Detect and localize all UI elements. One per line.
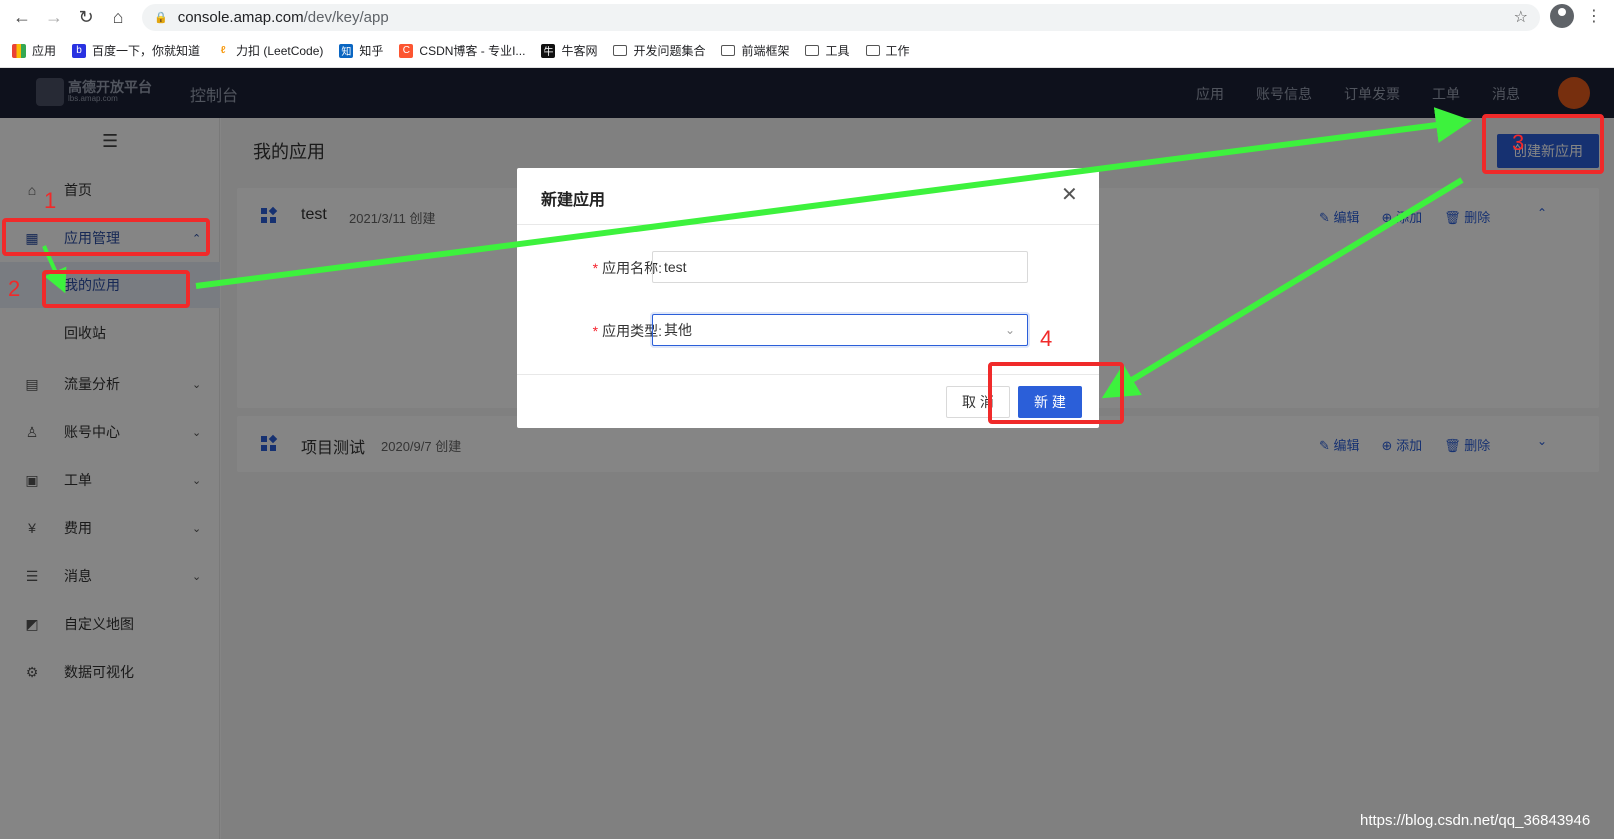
lock-icon: 🔒 bbox=[154, 12, 168, 24]
annotation-number-2: 2 bbox=[8, 276, 21, 301]
chevron-down-icon: ⌄ bbox=[1004, 323, 1015, 337]
annotation-box-4 bbox=[988, 362, 1124, 424]
bookmark-zhihu[interactable]: 知 知乎 bbox=[339, 42, 383, 59]
bookmarks-bar: 应用 b 百度一下，你就知道 ℓ 力扣 (LeetCode) 知 知乎 C CS… bbox=[0, 34, 1614, 68]
address-bar[interactable]: 🔒 console.amap.com/dev/key/app ☆ bbox=[142, 4, 1540, 31]
nowcoder-icon: 牛 bbox=[541, 43, 556, 58]
annotation-number-3: 3 bbox=[1512, 130, 1525, 155]
csdn-icon: C bbox=[399, 43, 414, 58]
url-text: console.amap.com/dev/key/app bbox=[177, 9, 389, 26]
annotation-box-2 bbox=[42, 270, 190, 308]
app-name-input[interactable]: test bbox=[652, 251, 1028, 283]
bookmark-label: 力扣 (LeetCode) bbox=[236, 44, 324, 58]
bookmark-folder-frontend[interactable]: 前端框架 bbox=[721, 42, 789, 59]
baidu-icon: b bbox=[72, 43, 87, 58]
leetcode-icon: ℓ bbox=[216, 43, 231, 58]
bookmark-folder-dev-issues[interactable]: 开发问题集合 bbox=[613, 42, 705, 59]
annotation-box-1 bbox=[2, 218, 210, 256]
bookmark-baidu[interactable]: b 百度一下，你就知道 bbox=[72, 42, 200, 59]
app-type-select[interactable]: 其他 ⌄ bbox=[652, 314, 1028, 346]
bookmark-label: 工具 bbox=[825, 44, 850, 58]
apps-grid-icon bbox=[12, 43, 26, 58]
bookmark-nowcoder[interactable]: 牛 牛客网 bbox=[541, 42, 597, 59]
annotation-box-3 bbox=[1482, 114, 1604, 174]
folder-icon bbox=[721, 45, 736, 56]
form-row-app-name: * 应用名称: test bbox=[517, 251, 1099, 283]
divider bbox=[517, 224, 1099, 225]
home-button-icon[interactable]: ⌂ bbox=[103, 2, 133, 32]
form-row-app-type: * 应用类型: 其他 ⌄ bbox=[517, 314, 1099, 346]
bookmark-label: 知乎 bbox=[359, 44, 384, 58]
modal-title: 新建应用 bbox=[541, 192, 606, 209]
profile-icon[interactable] bbox=[1550, 4, 1574, 28]
annotation-number-1: 1 bbox=[44, 188, 57, 213]
bookmark-label: 开发问题集合 bbox=[633, 44, 706, 58]
bookmark-label: CSDN博客 - 专业I... bbox=[419, 44, 526, 58]
bookmark-label: 百度一下，你就知道 bbox=[92, 44, 201, 58]
bookmark-leetcode[interactable]: ℓ 力扣 (LeetCode) bbox=[216, 42, 323, 59]
folder-icon bbox=[805, 45, 820, 56]
zhihu-icon: 知 bbox=[339, 43, 354, 58]
forward-icon[interactable]: → bbox=[39, 2, 69, 32]
reload-icon[interactable]: ↻ bbox=[71, 2, 101, 32]
folder-icon bbox=[613, 45, 628, 56]
bookmark-star-icon[interactable]: ☆ bbox=[1514, 7, 1528, 27]
bookmark-label: 工作 bbox=[885, 44, 910, 58]
annotation-number-4: 4 bbox=[1040, 326, 1053, 351]
browser-toolbar: ← → ↻ ⌂ 🔒 console.amap.com/dev/key/app ☆… bbox=[0, 0, 1614, 34]
watermark: https://blog.csdn.net/qq_36843946 bbox=[1360, 812, 1591, 829]
bookmark-apps[interactable]: 应用 bbox=[12, 42, 56, 59]
more-menu-icon[interactable]: ⋮ bbox=[1586, 6, 1602, 26]
bookmark-label: 前端框架 bbox=[741, 44, 790, 58]
bookmark-label: 应用 bbox=[32, 44, 57, 58]
close-icon[interactable]: ✕ bbox=[1061, 182, 1078, 207]
bookmark-folder-tools[interactable]: 工具 bbox=[805, 42, 850, 59]
folder-icon bbox=[865, 45, 880, 56]
bookmark-folder-work[interactable]: 工作 bbox=[865, 42, 910, 59]
app-type-value: 其他 bbox=[664, 322, 692, 338]
back-icon[interactable]: ← bbox=[7, 2, 37, 32]
bookmark-label: 牛客网 bbox=[561, 44, 598, 58]
bookmark-csdn[interactable]: C CSDN博客 - 专业I... bbox=[399, 42, 525, 59]
